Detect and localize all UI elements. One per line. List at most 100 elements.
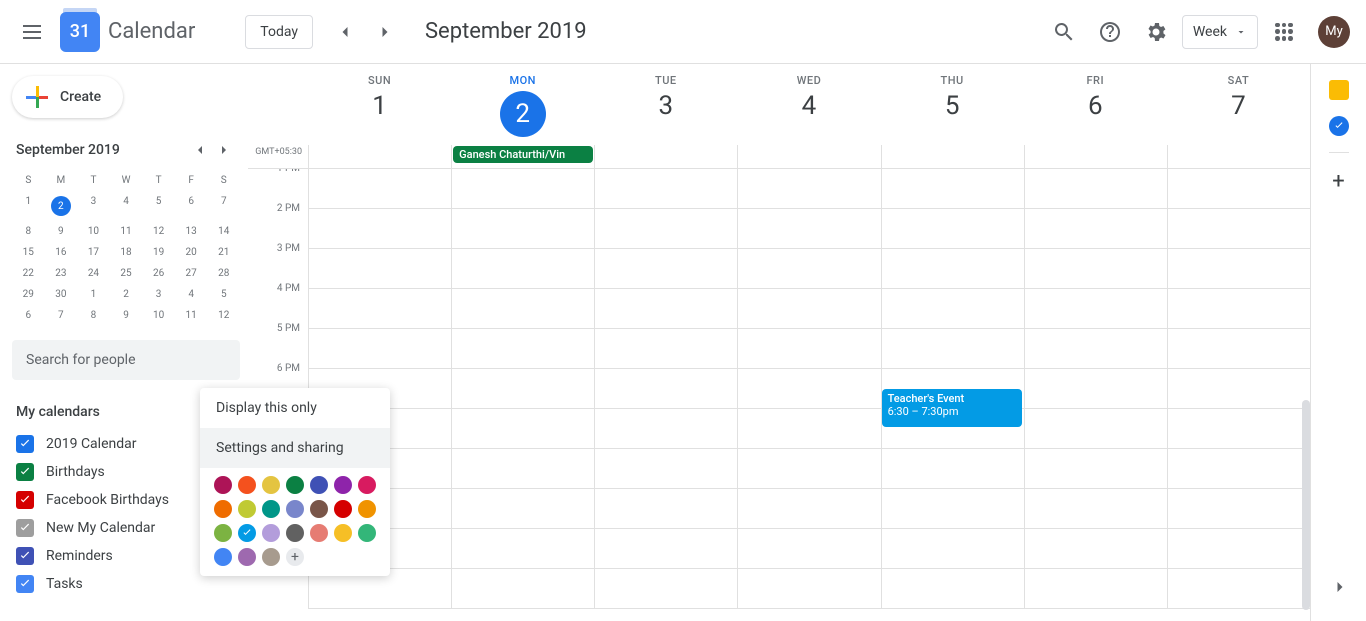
hour-cell[interactable]: [451, 209, 594, 249]
mini-day[interactable]: 11: [110, 221, 143, 242]
mini-day[interactable]: 1: [77, 284, 110, 305]
keep-icon[interactable]: [1329, 80, 1349, 100]
mini-day[interactable]: 13: [175, 221, 208, 242]
color-option[interactable]: [310, 524, 328, 542]
color-option[interactable]: [214, 476, 232, 494]
mini-day[interactable]: 2: [110, 284, 143, 305]
hour-cell[interactable]: [737, 489, 880, 529]
settings-button[interactable]: [1136, 12, 1176, 52]
hour-cell[interactable]: [881, 569, 1024, 609]
hour-cell[interactable]: [308, 209, 451, 249]
color-option[interactable]: [262, 524, 280, 542]
mini-day[interactable]: 10: [77, 221, 110, 242]
hour-cell[interactable]: [594, 489, 737, 529]
hour-cell[interactable]: [1167, 249, 1310, 289]
expand-rail-button[interactable]: [1330, 577, 1350, 601]
hour-cell[interactable]: [451, 169, 594, 209]
mini-day[interactable]: 1: [12, 191, 45, 221]
allday-cell[interactable]: [737, 145, 880, 168]
hour-cell[interactable]: [451, 449, 594, 489]
search-button[interactable]: [1044, 12, 1084, 52]
hour-cell[interactable]: [881, 169, 1024, 209]
hour-cell[interactable]: [737, 249, 880, 289]
mini-day[interactable]: 16: [45, 242, 78, 263]
mini-day[interactable]: 17: [77, 242, 110, 263]
mini-day[interactable]: 20: [175, 242, 208, 263]
mini-prev-button[interactable]: [188, 138, 212, 162]
hour-cell[interactable]: [1167, 169, 1310, 209]
hour-cell[interactable]: [308, 289, 451, 329]
mini-day[interactable]: 30: [45, 284, 78, 305]
day-header[interactable]: FRI6: [1024, 64, 1167, 145]
hour-cell[interactable]: [451, 289, 594, 329]
hour-cell[interactable]: [451, 329, 594, 369]
allday-cell[interactable]: [1024, 145, 1167, 168]
day-number[interactable]: 6: [1024, 91, 1167, 121]
help-button[interactable]: [1090, 12, 1130, 52]
hour-cell[interactable]: [737, 209, 880, 249]
hour-cell[interactable]: [881, 329, 1024, 369]
menu-display-only[interactable]: Display this only: [200, 388, 390, 428]
mini-day[interactable]: 4: [175, 284, 208, 305]
day-header[interactable]: THU5: [881, 64, 1024, 145]
color-option[interactable]: [262, 476, 280, 494]
color-option[interactable]: [238, 500, 256, 518]
main-menu-button[interactable]: [8, 8, 56, 56]
mini-day[interactable]: 5: [142, 191, 175, 221]
hour-cell[interactable]: [881, 289, 1024, 329]
hour-cell[interactable]: [737, 409, 880, 449]
mini-day[interactable]: 6: [175, 191, 208, 221]
mini-day[interactable]: 23: [45, 263, 78, 284]
color-option[interactable]: [238, 548, 256, 566]
calendar-checkbox[interactable]: [16, 547, 34, 565]
hour-cell[interactable]: [308, 329, 451, 369]
hour-cell[interactable]: [1167, 529, 1310, 569]
color-option[interactable]: [358, 524, 376, 542]
mini-day[interactable]: 14: [207, 221, 240, 242]
hour-cell[interactable]: [1167, 489, 1310, 529]
color-option[interactable]: [310, 476, 328, 494]
day-number[interactable]: 3: [594, 91, 737, 121]
mini-day[interactable]: 15: [12, 242, 45, 263]
allday-cell[interactable]: [1167, 145, 1310, 168]
mini-day[interactable]: 12: [142, 221, 175, 242]
hour-cell[interactable]: [451, 529, 594, 569]
color-option[interactable]: [214, 500, 232, 518]
hour-cell[interactable]: [1024, 169, 1167, 209]
hour-cell[interactable]: Teacher's Event6:30 – 7:30pm: [881, 369, 1024, 409]
hour-cell[interactable]: [594, 289, 737, 329]
hour-cell[interactable]: [737, 529, 880, 569]
calendar-checkbox[interactable]: [16, 435, 34, 453]
hour-cell[interactable]: [451, 369, 594, 409]
hour-cell[interactable]: [1167, 329, 1310, 369]
apps-button[interactable]: [1264, 12, 1304, 52]
allday-cell[interactable]: [308, 145, 451, 168]
mini-day[interactable]: 7: [207, 191, 240, 221]
mini-day[interactable]: 4: [110, 191, 143, 221]
hour-cell[interactable]: [737, 369, 880, 409]
day-header[interactable]: WED4: [737, 64, 880, 145]
mini-day[interactable]: 3: [77, 191, 110, 221]
hour-cell[interactable]: [594, 409, 737, 449]
add-addon-button[interactable]: +: [1332, 169, 1344, 194]
hour-cell[interactable]: [1167, 449, 1310, 489]
hour-cell[interactable]: [881, 529, 1024, 569]
mini-day[interactable]: 21: [207, 242, 240, 263]
mini-day[interactable]: 24: [77, 263, 110, 284]
hour-cell[interactable]: [1167, 289, 1310, 329]
calendar-checkbox[interactable]: [16, 491, 34, 509]
menu-settings-sharing[interactable]: Settings and sharing: [200, 428, 390, 468]
hour-cell[interactable]: [737, 289, 880, 329]
mini-day[interactable]: 8: [77, 305, 110, 326]
mini-day[interactable]: 6: [12, 305, 45, 326]
hour-cell[interactable]: [308, 249, 451, 289]
tasks-icon[interactable]: [1329, 116, 1349, 136]
hour-cell[interactable]: [881, 409, 1024, 449]
hour-cell[interactable]: [451, 489, 594, 529]
mini-calendar[interactable]: SMTWTFS123456789101112131415161718192021…: [12, 170, 240, 326]
scrollbar[interactable]: [1302, 400, 1310, 610]
hour-cell[interactable]: [881, 489, 1024, 529]
color-option[interactable]: [334, 476, 352, 494]
color-option[interactable]: [358, 476, 376, 494]
allday-cell[interactable]: [881, 145, 1024, 168]
